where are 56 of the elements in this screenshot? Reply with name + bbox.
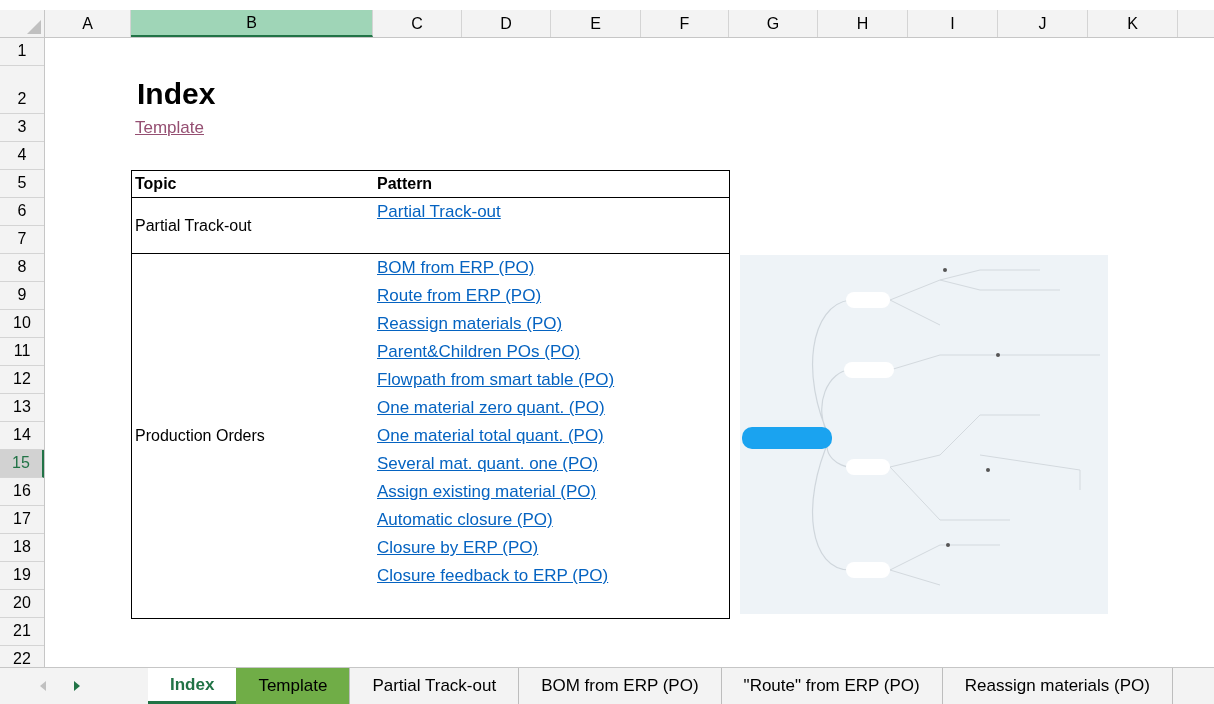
- row-header[interactable]: 17: [0, 506, 44, 534]
- pattern-link[interactable]: Flowpath from smart table (PO): [377, 367, 615, 393]
- column-header[interactable]: E: [551, 10, 641, 37]
- next-sheet-icon[interactable]: [74, 681, 80, 691]
- row-header[interactable]: 18: [0, 534, 44, 562]
- row-header[interactable]: 19: [0, 562, 44, 590]
- sheet-tab[interactable]: Template: [236, 668, 351, 704]
- column-heading: Topic: [134, 174, 178, 194]
- column-header[interactable]: D: [462, 10, 551, 37]
- row-header[interactable]: 15: [0, 450, 44, 478]
- row-header[interactable]: 12: [0, 366, 44, 394]
- row-header[interactable]: 6: [0, 198, 44, 226]
- column-heading: Pattern: [376, 174, 434, 194]
- sheet-tab[interactable]: Partial Track-out: [350, 668, 520, 704]
- row-header[interactable]: 5: [0, 170, 44, 198]
- row-header[interactable]: 8: [0, 254, 44, 282]
- pattern-link[interactable]: One material total quant. (PO): [377, 423, 604, 449]
- row-header[interactable]: 4: [0, 142, 44, 170]
- pattern-link[interactable]: Several mat. quant. one (PO): [377, 451, 599, 477]
- template-link[interactable]: Template: [135, 115, 204, 141]
- row-header[interactable]: 11: [0, 338, 44, 366]
- column-header[interactable]: J: [998, 10, 1088, 37]
- row-header[interactable]: 7: [0, 226, 44, 254]
- pattern-link[interactable]: BOM from ERP (PO): [377, 255, 535, 281]
- column-header[interactable]: G: [729, 10, 818, 37]
- column-header[interactable]: I: [908, 10, 998, 37]
- pattern-link[interactable]: Partial Track-out: [377, 199, 501, 225]
- sheet-title: Index: [137, 76, 216, 112]
- row-header[interactable]: 9: [0, 282, 44, 310]
- pattern-link[interactable]: Parent&Children POs (PO): [377, 339, 581, 365]
- pattern-link[interactable]: Automatic closure (PO): [377, 507, 553, 533]
- topic-cell-text: Partial Track-out: [135, 215, 252, 236]
- row-header[interactable]: 2: [0, 66, 44, 114]
- pattern-link[interactable]: Assign existing material (PO): [377, 479, 597, 505]
- column-header[interactable]: H: [818, 10, 908, 37]
- pattern-link[interactable]: Route from ERP (PO): [377, 283, 542, 309]
- column-header[interactable]: C: [373, 10, 462, 37]
- column-header[interactable]: B: [131, 10, 373, 37]
- row-header[interactable]: 16: [0, 478, 44, 506]
- row-header[interactable]: 10: [0, 310, 44, 338]
- row-header[interactable]: 20: [0, 590, 44, 618]
- topic-cell-text: Production Orders: [135, 426, 265, 446]
- pattern-link[interactable]: Closure by ERP (PO): [377, 535, 539, 561]
- sheet-tab[interactable]: BOM from ERP (PO): [519, 668, 722, 704]
- row-header[interactable]: 1: [0, 38, 44, 66]
- sheet-tab[interactable]: Reassign materials (PO): [942, 668, 1173, 704]
- column-header[interactable]: F: [641, 10, 729, 37]
- column-header[interactable]: K: [1088, 10, 1178, 37]
- row-header[interactable]: 13: [0, 394, 44, 422]
- pattern-link[interactable]: Closure feedback to ERP (PO): [377, 563, 609, 589]
- row-header[interactable]: 21: [0, 618, 44, 646]
- pattern-link[interactable]: One material zero quant. (PO): [377, 395, 605, 421]
- sheet-tab[interactable]: Index: [148, 668, 237, 704]
- pattern-link[interactable]: Reassign materials (PO): [377, 311, 563, 337]
- row-header[interactable]: 3: [0, 114, 44, 142]
- sheet-tab[interactable]: "Route" from ERP (PO): [721, 668, 943, 704]
